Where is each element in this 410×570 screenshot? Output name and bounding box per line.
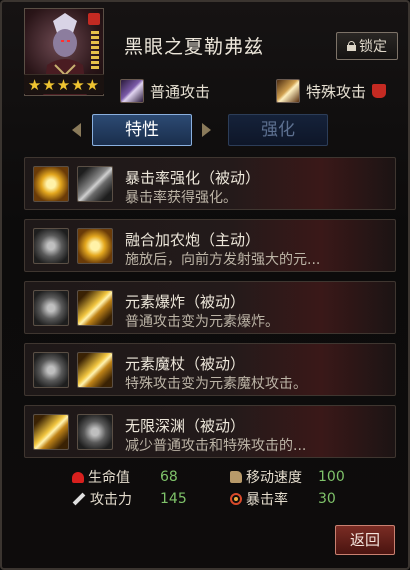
abyss-icon bbox=[33, 414, 69, 450]
star-rating: ★★★★★ bbox=[24, 74, 104, 94]
skill-name: 融合加农炮（主动） bbox=[125, 231, 261, 249]
cannon-icon bbox=[77, 228, 113, 264]
back-button[interactable]: 返回 bbox=[335, 525, 395, 555]
sword-icon bbox=[72, 492, 86, 506]
heart-icon bbox=[72, 471, 84, 483]
stat-value: 100 bbox=[318, 469, 345, 485]
wand-icon bbox=[77, 352, 113, 388]
orbs-icon bbox=[33, 352, 69, 388]
stat-value: 68 bbox=[160, 469, 178, 485]
skill-desc: 暴击率获得强化。 bbox=[125, 190, 237, 206]
lock-button[interactable]: 锁定 bbox=[336, 32, 398, 60]
skill-desc: 普通攻击变为元素爆炸。 bbox=[125, 314, 279, 330]
swirl-icon bbox=[33, 290, 69, 326]
stat-label: 攻击力 bbox=[90, 492, 132, 508]
skill-list: 暴击率强化（被动） 暴击率获得强化。 融合加农炮（主动） 施放后，向前方发射强大… bbox=[24, 157, 396, 467]
vortex-icon bbox=[77, 414, 113, 450]
skill-row[interactable]: 暴击率强化（被动） 暴击率获得强化。 bbox=[24, 157, 396, 210]
tab-next-arrow-icon[interactable] bbox=[202, 123, 211, 137]
crit-icon bbox=[230, 493, 242, 505]
lock-icon bbox=[347, 41, 356, 51]
normal-attack-icon bbox=[120, 79, 144, 103]
stat-value: 145 bbox=[160, 491, 187, 507]
tab-bar: 特性 强化 bbox=[72, 114, 332, 146]
blast-icon bbox=[77, 290, 113, 326]
shatter-icon bbox=[77, 166, 113, 202]
stat-label: 移动速度 bbox=[246, 470, 302, 486]
tab-enhance[interactable]: 强化 bbox=[228, 114, 328, 146]
special-attack[interactable]: 特殊攻击 bbox=[276, 78, 387, 104]
burst-icon bbox=[33, 228, 69, 264]
special-attack-icon bbox=[276, 79, 300, 103]
stat-label: 暴击率 bbox=[246, 492, 288, 508]
demon-badge-icon bbox=[88, 13, 100, 25]
character-name: 黑眼之夏勒弗兹 bbox=[124, 36, 265, 58]
tab-prev-arrow-icon[interactable] bbox=[72, 123, 81, 137]
character-detail-panel: ★★★★★ 黑眼之夏勒弗兹 锁定 普通攻击 特殊攻击 特性 强化 暴击率强化（被… bbox=[0, 0, 410, 570]
skill-row[interactable]: 元素爆炸（被动） 普通攻击变为元素爆炸。 bbox=[24, 281, 396, 334]
normal-attack-label: 普通攻击 bbox=[150, 82, 211, 101]
stat-label: 生命值 bbox=[88, 470, 130, 486]
skill-name: 元素爆炸（被动） bbox=[125, 293, 246, 311]
tab-traits[interactable]: 特性 bbox=[92, 114, 192, 146]
stat-attack: 攻击力 145 bbox=[72, 490, 187, 508]
stat-crit: 暴击率 30 bbox=[230, 490, 336, 508]
skill-name: 元素魔杖（被动） bbox=[125, 355, 246, 373]
stat-value: 30 bbox=[318, 491, 336, 507]
stats-block: 生命值 68 攻击力 145 移动速度 100 暴击率 30 bbox=[72, 468, 372, 508]
skill-desc: 施放后，向前方发射强大的元... bbox=[125, 252, 321, 268]
special-attack-label: 特殊攻击 bbox=[306, 82, 367, 101]
lock-button-label: 锁定 bbox=[359, 39, 387, 55]
skill-name: 暴击率强化（被动） bbox=[125, 169, 261, 187]
boot-icon bbox=[230, 471, 242, 483]
normal-attack[interactable]: 普通攻击 bbox=[120, 78, 210, 104]
skill-row[interactable]: 元素魔杖（被动） 特殊攻击变为元素魔杖攻击。 bbox=[24, 343, 396, 396]
skill-name: 无限深渊（被动） bbox=[125, 417, 246, 435]
stat-hp: 生命值 68 bbox=[72, 468, 178, 486]
skill-desc: 特殊攻击变为元素魔杖攻击。 bbox=[125, 376, 307, 392]
crosshair-icon bbox=[33, 166, 69, 202]
skill-row[interactable]: 融合加农炮（主动） 施放后，向前方发射强大的元... bbox=[24, 219, 396, 272]
level-bars-icon bbox=[91, 31, 99, 71]
skill-desc: 减少普通攻击和特殊攻击的... bbox=[125, 438, 307, 454]
demon-icon bbox=[372, 84, 387, 98]
skill-row[interactable]: 无限深渊（被动） 减少普通攻击和特殊攻击的... bbox=[24, 405, 396, 458]
stat-speed: 移动速度 100 bbox=[230, 468, 345, 486]
